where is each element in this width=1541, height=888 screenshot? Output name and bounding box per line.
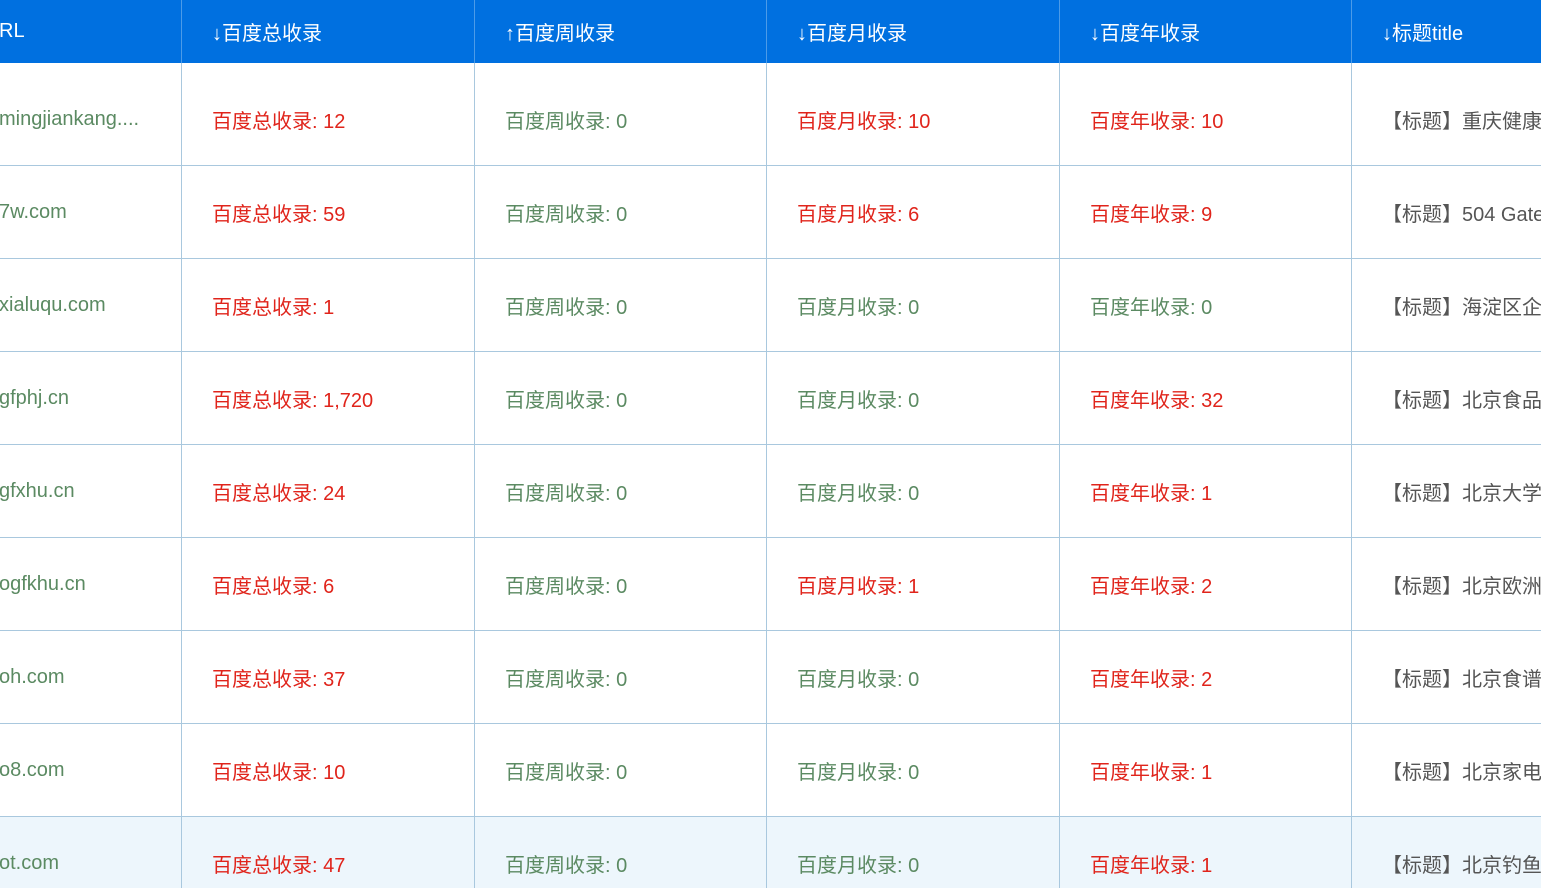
table-row: gfphj.cn 百度总收录: 1,720 百度周收录: 0 百度月收录: 0 百度年收… xyxy=(0,352,1541,445)
title-cell: 【标题】北京欧洲 xyxy=(1351,538,1541,630)
baidu-week-cell: 百度周收录: 0 xyxy=(474,166,766,258)
table-row: ot.com 百度总收录: 47 百度周收录: 0 百度月收录: 0 百度年收录: 1 【… xyxy=(0,817,1541,888)
baidu-year-cell: 百度年收录: 10 xyxy=(1059,73,1351,165)
baidu-month-cell: 百度月收录: 0 xyxy=(766,631,1059,723)
title-cell: 【标题】北京家电 xyxy=(1351,724,1541,816)
baidu-week-cell: 百度周收录: 0 xyxy=(474,538,766,630)
url-cell[interactable]: ot.com xyxy=(0,817,181,888)
table-body: mingjiankang.... 百度总收录: 12 百度周收录: 0 百度月收录: … xyxy=(0,73,1541,888)
url-cell[interactable]: gfxhu.cn xyxy=(0,445,181,537)
baidu-month-cell: 百度月收录: 10 xyxy=(766,73,1059,165)
baidu-year-cell: 百度年收录: 32 xyxy=(1059,352,1351,444)
title-cell: 【标题】北京钓鱼 xyxy=(1351,817,1541,888)
table-row: o8.com 百度总收录: 10 百度周收录: 0 百度月收录: 0 百度年收录: 1 【… xyxy=(0,724,1541,817)
url-cell[interactable]: ogfkhu.cn xyxy=(0,538,181,630)
baidu-year-cell: 百度年收录: 1 xyxy=(1059,724,1351,816)
baidu-year-cell: 百度年收录: 0 xyxy=(1059,259,1351,351)
spacer-cell xyxy=(1059,63,1351,73)
baidu-year-cell: 百度年收录: 2 xyxy=(1059,538,1351,630)
table-row: ogfkhu.cn 百度总收录: 6 百度周收录: 0 百度月收录: 1 百度年收录: … xyxy=(0,538,1541,631)
baidu-month-cell: 百度月收录: 0 xyxy=(766,259,1059,351)
table-row: gfxhu.cn 百度总收录: 24 百度周收录: 0 百度月收录: 0 百度年收录: … xyxy=(0,445,1541,538)
title-cell: 【标题】重庆健康 xyxy=(1351,73,1541,165)
url-cell[interactable]: gfphj.cn xyxy=(0,352,181,444)
column-header-baidu-total-sort[interactable]: ↓百度总收录 xyxy=(181,0,474,63)
baidu-month-cell: 百度月收录: 0 xyxy=(766,724,1059,816)
header-spacer xyxy=(0,63,1541,73)
column-header-title-sort[interactable]: ↓标题title xyxy=(1351,0,1541,63)
column-header-url[interactable]: RL xyxy=(0,0,181,63)
baidu-week-cell: 百度周收录: 0 xyxy=(474,817,766,888)
baidu-total-cell: 百度总收录: 37 xyxy=(181,631,474,723)
spacer-cell xyxy=(181,63,474,73)
baidu-month-cell: 百度月收录: 1 xyxy=(766,538,1059,630)
url-cell[interactable]: 7w.com xyxy=(0,166,181,258)
spacer-cell xyxy=(1351,63,1541,73)
baidu-total-cell: 百度总收录: 59 xyxy=(181,166,474,258)
table-row: oh.com 百度总收录: 37 百度周收录: 0 百度月收录: 0 百度年收录: 2 【… xyxy=(0,631,1541,724)
baidu-year-cell: 百度年收录: 2 xyxy=(1059,631,1351,723)
baidu-week-cell: 百度周收录: 0 xyxy=(474,724,766,816)
baidu-year-cell: 百度年收录: 1 xyxy=(1059,445,1351,537)
baidu-total-cell: 百度总收录: 1 xyxy=(181,259,474,351)
spacer-cell xyxy=(474,63,766,73)
table-row: xialuqu.com 百度总收录: 1 百度周收录: 0 百度月收录: 0 百度年收录… xyxy=(0,259,1541,352)
baidu-week-cell: 百度周收录: 0 xyxy=(474,259,766,351)
seo-index-table: RL ↓百度总收录 ↑百度周收录 ↓百度月收录 ↓百度年收录 ↓标题title … xyxy=(0,0,1541,888)
title-cell: 【标题】北京大学 xyxy=(1351,445,1541,537)
baidu-month-cell: 百度月收录: 6 xyxy=(766,166,1059,258)
baidu-week-cell: 百度周收录: 0 xyxy=(474,73,766,165)
baidu-week-cell: 百度周收录: 0 xyxy=(474,445,766,537)
spacer-cell xyxy=(0,63,181,73)
baidu-total-cell: 百度总收录: 10 xyxy=(181,724,474,816)
baidu-week-cell: 百度周收录: 0 xyxy=(474,352,766,444)
baidu-total-cell: 百度总收录: 24 xyxy=(181,445,474,537)
title-cell: 【标题】504 Gate xyxy=(1351,166,1541,258)
url-cell[interactable]: xialuqu.com xyxy=(0,259,181,351)
table-row: mingjiankang.... 百度总收录: 12 百度周收录: 0 百度月收录: … xyxy=(0,73,1541,166)
title-cell: 【标题】北京食品 xyxy=(1351,352,1541,444)
url-cell[interactable]: mingjiankang.... xyxy=(0,73,181,165)
baidu-month-cell: 百度月收录: 0 xyxy=(766,352,1059,444)
baidu-month-cell: 百度月收录: 0 xyxy=(766,445,1059,537)
table-row: 7w.com 百度总收录: 59 百度周收录: 0 百度月收录: 6 百度年收录: 9 【… xyxy=(0,166,1541,259)
baidu-total-cell: 百度总收录: 47 xyxy=(181,817,474,888)
url-cell[interactable]: oh.com xyxy=(0,631,181,723)
baidu-week-cell: 百度周收录: 0 xyxy=(474,631,766,723)
title-cell: 【标题】海淀区企 xyxy=(1351,259,1541,351)
seo-index-table-viewport: RL ↓百度总收录 ↑百度周收录 ↓百度月收录 ↓百度年收录 ↓标题title … xyxy=(0,0,1541,888)
baidu-year-cell: 百度年收录: 9 xyxy=(1059,166,1351,258)
column-header-baidu-year-sort[interactable]: ↓百度年收录 xyxy=(1059,0,1351,63)
baidu-total-cell: 百度总收录: 12 xyxy=(181,73,474,165)
baidu-total-cell: 百度总收录: 1,720 xyxy=(181,352,474,444)
baidu-total-cell: 百度总收录: 6 xyxy=(181,538,474,630)
spacer-cell xyxy=(766,63,1059,73)
title-cell: 【标题】北京食谱 xyxy=(1351,631,1541,723)
baidu-month-cell: 百度月收录: 0 xyxy=(766,817,1059,888)
table-header-row: RL ↓百度总收录 ↑百度周收录 ↓百度月收录 ↓百度年收录 ↓标题title xyxy=(0,0,1541,63)
baidu-year-cell: 百度年收录: 1 xyxy=(1059,817,1351,888)
column-header-baidu-week-sort[interactable]: ↑百度周收录 xyxy=(474,0,766,63)
column-header-baidu-month-sort[interactable]: ↓百度月收录 xyxy=(766,0,1059,63)
url-cell[interactable]: o8.com xyxy=(0,724,181,816)
